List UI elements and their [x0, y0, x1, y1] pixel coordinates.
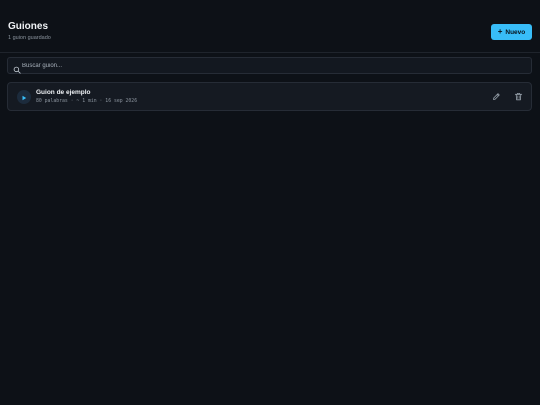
search-icon	[13, 61, 21, 74]
play-icon	[21, 88, 27, 106]
trash-icon	[514, 88, 523, 106]
saved-count: 1 guion guardado	[8, 35, 51, 41]
script-list-item[interactable]: Guion de ejemplo 80 palabras · ~ 1 min ·…	[7, 82, 532, 111]
page-title: Guiones	[8, 21, 49, 32]
pencil-icon	[492, 88, 501, 106]
play-button[interactable]	[17, 90, 31, 104]
new-script-button[interactable]: + Nuevo	[491, 24, 532, 40]
script-title: Guion de ejemplo	[36, 89, 91, 96]
header: Guiones 1 guion guardado + Nuevo	[0, 0, 540, 53]
plus-icon: +	[497, 27, 503, 36]
app-window: Guiones 1 guion guardado + Nuevo Guion d…	[0, 0, 540, 405]
search-box	[7, 57, 532, 74]
search-input[interactable]	[22, 58, 522, 73]
edit-button[interactable]	[491, 92, 501, 102]
delete-button[interactable]	[513, 92, 523, 102]
new-button-label: Nuevo	[505, 28, 526, 36]
script-meta: 80 palabras · ~ 1 min · 16 sep 2026	[36, 99, 138, 104]
